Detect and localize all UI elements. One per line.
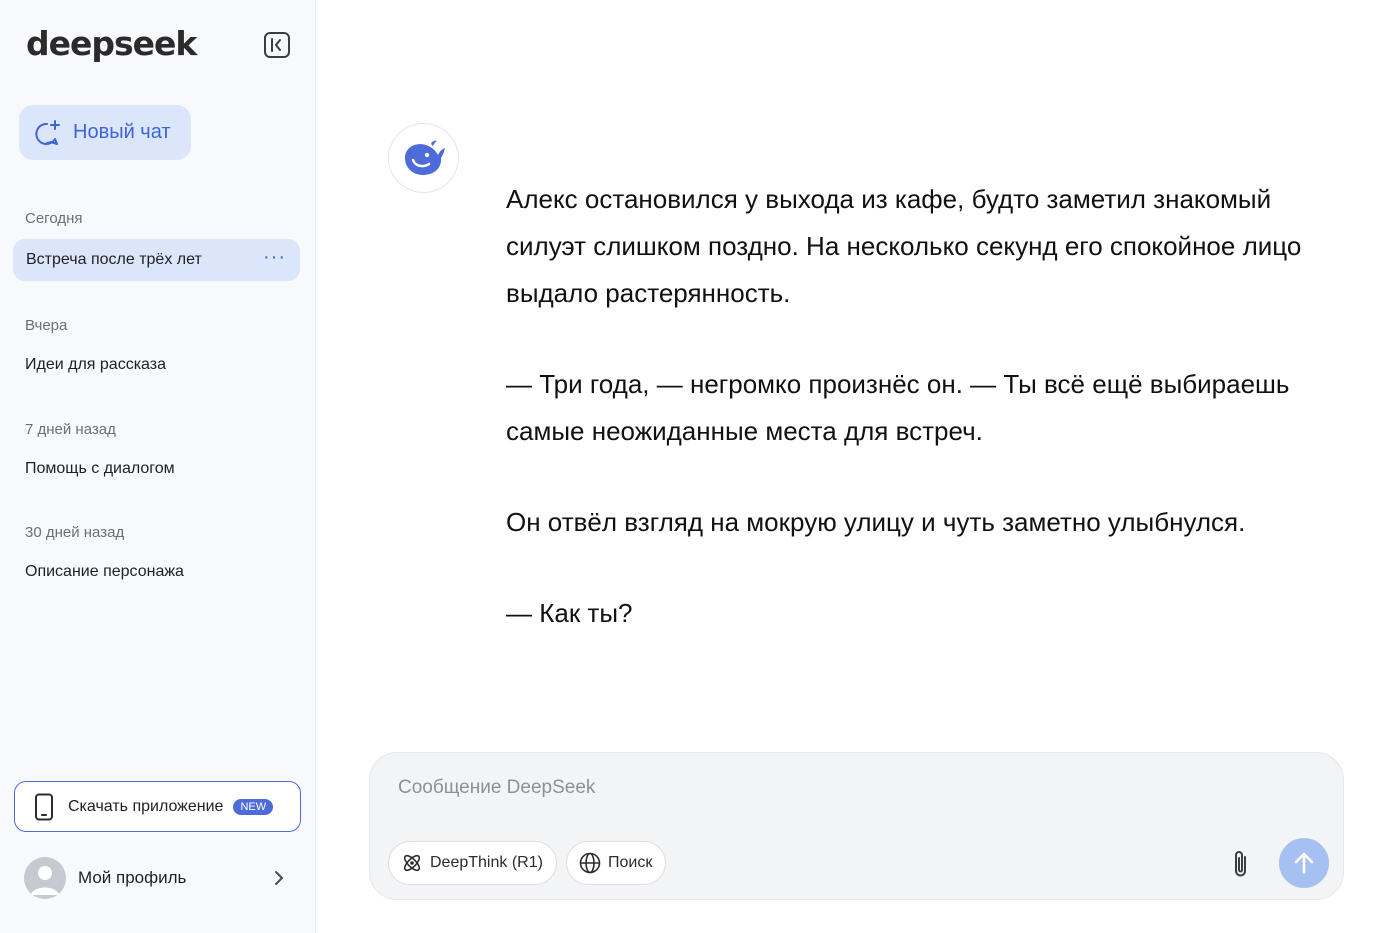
atom-icon [403, 854, 421, 872]
message-paragraph: Он отвёл взгляд на мокрую улицу и чуть з… [506, 507, 1246, 537]
message-paragraph: — Три года, — негромко произнёс он. — Ты… [506, 369, 1290, 446]
new-chat-label: Новый чат [73, 121, 171, 143]
new-badge: NEW [233, 798, 274, 815]
arrow-up-icon [1294, 852, 1314, 874]
chevron-right-icon [275, 871, 283, 885]
message-paragraph: — Как ты? [506, 598, 633, 628]
assistant-avatar [388, 123, 459, 193]
paperclip-icon [1235, 851, 1246, 877]
search-toggle-button[interactable]: Поиск [566, 841, 667, 885]
sidebar-collapse-icon [264, 32, 290, 58]
profile-button[interactable]: Мой профиль [24, 857, 286, 899]
assistant-message: Алекс остановился у выхода из кафе, будт… [506, 176, 1326, 681]
profile-label: Мой профиль [78, 868, 187, 887]
send-button[interactable] [1279, 838, 1329, 888]
group-label-30-days: 30 дней назад [25, 524, 125, 541]
group-label-today: Сегодня [25, 210, 83, 227]
attach-button[interactable] [1227, 847, 1255, 881]
message-composer: DeepThink (R1) Поиск [369, 752, 1344, 900]
more-options-icon[interactable]: ··· [263, 247, 286, 273]
search-label: Поиск [608, 854, 653, 871]
collapse-sidebar-button[interactable] [262, 30, 292, 60]
user-icon [31, 866, 59, 895]
deepthink-button[interactable]: DeepThink (R1) [388, 841, 557, 885]
chat-item[interactable]: Помощь с диалогом [25, 460, 175, 478]
download-app-label: Скачать приложение [68, 797, 224, 815]
new-chat-icon [35, 119, 60, 145]
deepthink-label: DeepThink (R1) [430, 854, 543, 871]
globe-icon [579, 852, 601, 874]
chat-item[interactable]: Идеи для рассказа [25, 356, 166, 374]
chat-item-title: Встреча после трёх лет [26, 251, 202, 268]
deepseek-whale-icon [404, 140, 445, 175]
download-app-button[interactable]: Скачать приложение NEW [14, 781, 301, 832]
group-label-7-days: 7 дней назад [25, 421, 116, 438]
phone-icon [35, 793, 53, 820]
group-label-yesterday: Вчера [25, 317, 68, 334]
deepseek-logo[interactable]: deepseek [26, 24, 197, 63]
chat-item[interactable]: Описание персонажа [25, 563, 184, 581]
avatar [24, 857, 66, 899]
message-paragraph: Алекс остановился у выхода из кафе, будт… [506, 184, 1302, 308]
chat-item-active[interactable]: Встреча после трёх лет ··· [13, 239, 300, 281]
sidebar: deepseek Новый чат Сегодня Встреча после… [0, 0, 316, 933]
message-input[interactable] [398, 777, 1198, 799]
new-chat-button[interactable]: Новый чат [19, 105, 191, 160]
